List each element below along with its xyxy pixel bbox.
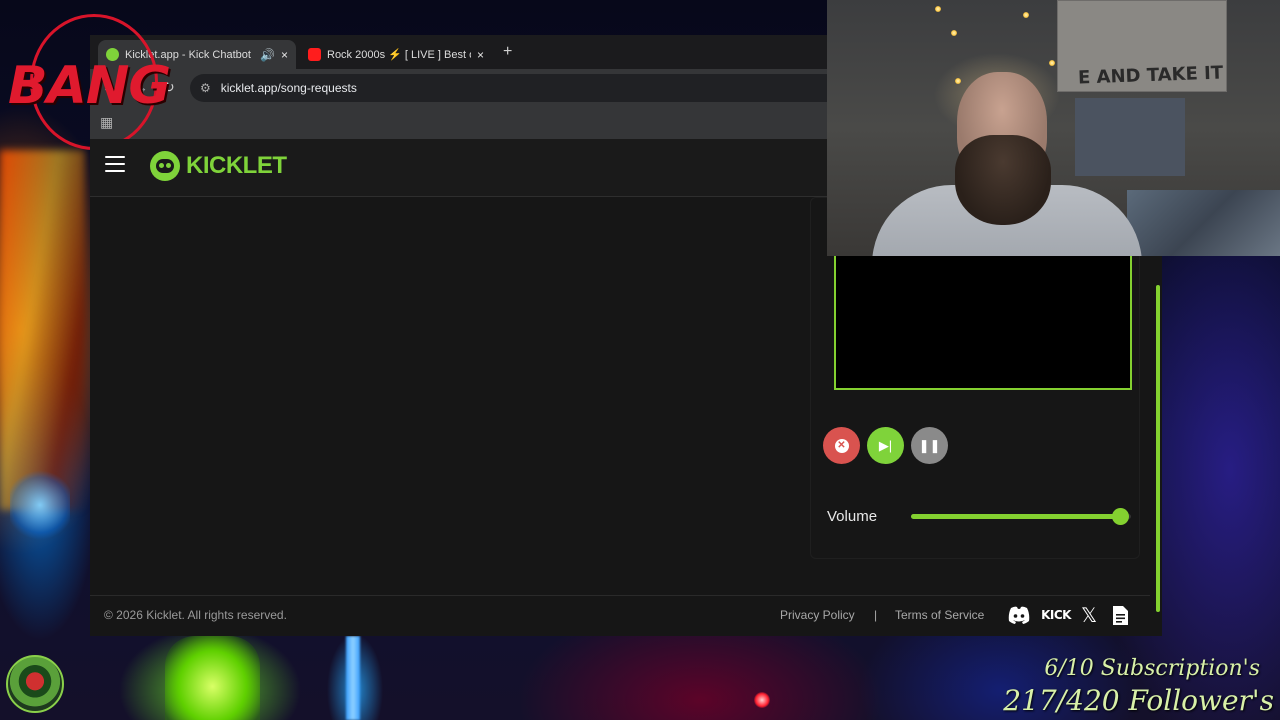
- bookmarks-bar: ▦: [90, 107, 827, 139]
- address-bar[interactable]: ⚙ kicklet.app/song-requests: [190, 74, 827, 102]
- browser-toolbar: ← → ↻ ⚙ kicklet.app/song-requests: [90, 69, 827, 107]
- site-info-icon[interactable]: ⚙: [200, 81, 211, 95]
- youtube-favicon: [308, 48, 321, 61]
- logo-text: KICKLET: [186, 152, 287, 179]
- neon-sign-green: [165, 636, 260, 720]
- streamer-beard: [955, 135, 1051, 225]
- bang-logo: BANG: [8, 14, 171, 154]
- kicklet-logo[interactable]: KICKLET: [150, 151, 287, 181]
- kicklet-logo-icon: [150, 151, 180, 181]
- neon-light-blue: [10, 470, 70, 540]
- docs-icon[interactable]: [1110, 604, 1130, 626]
- neon-sign-left: [0, 150, 85, 510]
- pause-icon: ❚❚: [918, 437, 941, 453]
- kick-icon[interactable]: KICK: [1041, 604, 1071, 626]
- neon-light-bar: [346, 636, 360, 720]
- speaker-icon[interactable]: 🔊: [260, 48, 275, 62]
- close-circle-icon: ✕: [834, 438, 849, 453]
- tab-title: Rock 2000s ⚡ [ LIVE ] Best of 2: [327, 49, 471, 61]
- scrollbar-thumb[interactable]: [1156, 285, 1160, 612]
- wall-poster: [1075, 98, 1185, 176]
- bed-blanket: [1127, 190, 1280, 256]
- menu-icon[interactable]: [105, 156, 125, 177]
- site-footer: © 2026 Kicklet. All rights reserved. Pri…: [90, 595, 1150, 636]
- address-text: kicklet.app/song-requests: [220, 81, 357, 95]
- poster-text: E AND TAKE IT: [1077, 62, 1224, 89]
- volume-label: Volume: [827, 508, 878, 525]
- bang-logo-text: BANG: [8, 56, 171, 116]
- subscription-goal: 6/10 Subscription's: [1044, 656, 1260, 681]
- webcam-feed: E AND TAKE IT: [827, 0, 1280, 256]
- copyright-text: © 2026 Kicklet. All rights reserved.: [104, 608, 287, 622]
- footer-separator: |: [874, 608, 878, 622]
- browser-window: Kicklet.app - Kick Chatbot a 🔊 × Rock 20…: [90, 35, 827, 139]
- wall-flag-poster: E AND TAKE IT: [1057, 0, 1227, 92]
- tab-youtube[interactable]: Rock 2000s ⚡ [ LIVE ] Best of 2 ×: [300, 40, 492, 69]
- follower-goal: 217/420 Follower's: [1003, 684, 1274, 717]
- volume-thumb[interactable]: [1112, 508, 1129, 525]
- scrollbar[interactable]: [1154, 197, 1162, 636]
- volume-fill: [911, 514, 1120, 519]
- privacy-policy-link[interactable]: Privacy Policy: [780, 608, 855, 622]
- red-light: [754, 692, 770, 708]
- skip-next-icon: ▶|: [878, 437, 893, 453]
- new-tab-button[interactable]: +: [503, 43, 512, 61]
- skip-song-button[interactable]: ▶|: [867, 427, 904, 464]
- terms-of-service-link[interactable]: Terms of Service: [895, 608, 984, 622]
- video-player[interactable]: [834, 254, 1132, 390]
- tab-close-button[interactable]: ×: [477, 48, 484, 62]
- tab-strip: Kicklet.app - Kick Chatbot a 🔊 × Rock 20…: [90, 35, 827, 69]
- discord-icon[interactable]: [1006, 604, 1032, 626]
- x-icon[interactable]: 𝕏: [1078, 604, 1100, 627]
- volume-slider[interactable]: [911, 508, 1131, 525]
- pause-song-button[interactable]: ❚❚: [911, 427, 948, 464]
- remove-song-button[interactable]: ✕: [823, 427, 860, 464]
- tab-close-button[interactable]: ×: [281, 48, 288, 62]
- stream-badge-icon: [6, 655, 64, 713]
